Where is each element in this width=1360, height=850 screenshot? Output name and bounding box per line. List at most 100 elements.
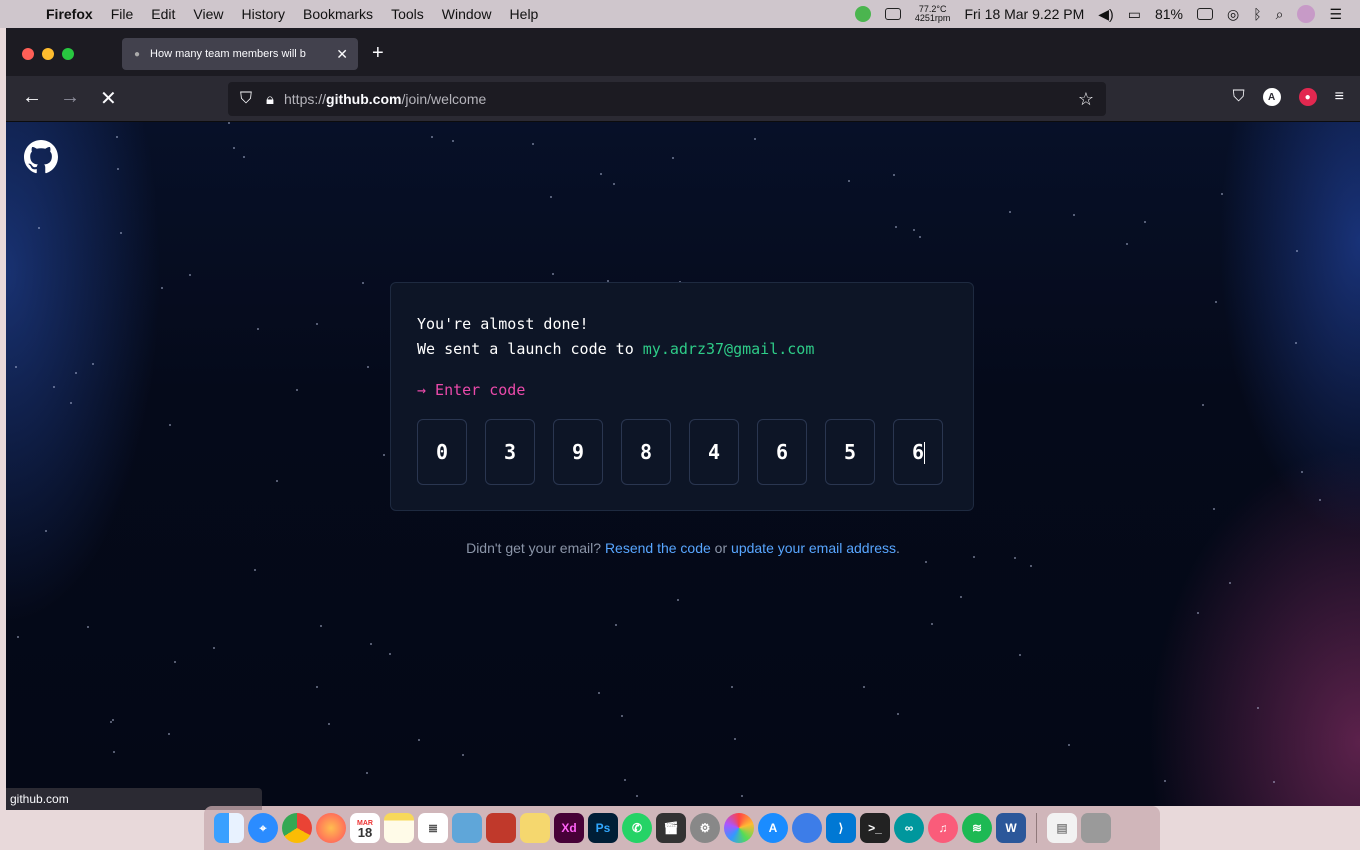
code-digit-input-4[interactable]: 8	[621, 419, 671, 485]
volume-icon[interactable]: ◀︎)	[1098, 6, 1113, 23]
reminders-icon[interactable]: ≣	[418, 813, 448, 843]
address-bar[interactable]: ⛉ 🔒︎ https://github.com/join/welcome ☆	[228, 82, 1106, 116]
menu-history[interactable]: History	[241, 6, 285, 22]
menu-edit[interactable]: Edit	[151, 6, 175, 22]
word-icon[interactable]: W	[996, 813, 1026, 843]
pocket-icon[interactable]: ⛉	[1233, 88, 1245, 106]
close-window-button[interactable]	[22, 48, 34, 60]
background-star	[913, 229, 915, 231]
update-email-link[interactable]: update your email address	[731, 540, 896, 556]
background-star	[1068, 744, 1070, 746]
stop-loading-button[interactable]: ✕	[100, 86, 117, 111]
background-star	[1144, 221, 1146, 223]
menu-window[interactable]: Window	[442, 6, 492, 22]
spotify-icon[interactable]: ≋	[962, 813, 992, 843]
clock[interactable]: Fri 18 Mar 9.22 PM	[964, 6, 1084, 22]
background-star	[1164, 780, 1166, 782]
forward-button[interactable]: →	[60, 86, 80, 109]
macos-menubar: Firefox File Edit View History Bookmarks…	[0, 0, 1360, 28]
back-button[interactable]: ←	[22, 86, 42, 109]
background-star	[116, 136, 118, 138]
arduino-icon[interactable]: ∞	[894, 813, 924, 843]
finder-icon[interactable]	[214, 813, 244, 843]
code-digit-input-7[interactable]: 5	[825, 419, 875, 485]
background-star	[452, 140, 454, 142]
background-star	[741, 795, 743, 797]
appstore-icon[interactable]: A	[758, 813, 788, 843]
background-star	[418, 739, 420, 741]
app-menu-icon[interactable]: ≡	[1335, 88, 1344, 106]
code-digit-input-1[interactable]: 0	[417, 419, 467, 485]
background-star	[1229, 582, 1231, 584]
menu-bookmarks[interactable]: Bookmarks	[303, 6, 373, 22]
background-star	[213, 647, 215, 649]
document-icon[interactable]: ▤	[1047, 813, 1077, 843]
photobooth-icon[interactable]	[486, 813, 516, 843]
minimize-window-button[interactable]	[42, 48, 54, 60]
calendar-icon[interactable]: MAR 18	[350, 813, 380, 843]
account-avatar-icon[interactable]: A	[1262, 88, 1281, 106]
menu-help[interactable]: Help	[510, 6, 539, 22]
menu-app-firefox[interactable]: Firefox	[46, 6, 93, 22]
battery-icon[interactable]	[1196, 8, 1213, 20]
bookmark-star-icon[interactable]: ☆	[1078, 89, 1094, 110]
battery-percent[interactable]: 81%	[1155, 6, 1183, 22]
terminal-icon[interactable]: >_	[860, 813, 890, 843]
url-text[interactable]: https://github.com/join/welcome	[284, 91, 486, 107]
background-star	[848, 180, 850, 182]
help-prefix: Didn't get your email?	[466, 540, 605, 556]
memory-icon[interactable]	[884, 8, 901, 20]
airplay-icon[interactable]: ◎	[1227, 6, 1239, 23]
xd-icon[interactable]: Xd	[554, 813, 584, 843]
close-tab-icon[interactable]: ✕	[336, 46, 348, 63]
menu-tools[interactable]: Tools	[391, 6, 424, 22]
github-logo-icon[interactable]	[24, 140, 58, 179]
menu-view[interactable]: View	[193, 6, 223, 22]
status-app-icon[interactable]	[854, 6, 871, 22]
background-star	[1019, 654, 1021, 656]
edge-icon[interactable]	[792, 813, 822, 843]
siri-icon[interactable]	[1297, 5, 1316, 23]
code-digit-input-5[interactable]: 4	[689, 419, 739, 485]
background-star	[112, 719, 114, 721]
vscode-icon[interactable]: ⟩	[826, 813, 856, 843]
firefox-icon[interactable]	[316, 813, 346, 843]
browser-tab-active[interactable]: ● How many team members will b ✕	[122, 38, 358, 70]
spotlight-search-icon[interactable]: ⌕	[1276, 6, 1284, 23]
background-star	[532, 143, 534, 145]
photos-icon[interactable]	[724, 813, 754, 843]
zoom-window-button[interactable]	[62, 48, 74, 60]
photoshop-icon[interactable]: Ps	[588, 813, 618, 843]
sent-code-prefix: We sent a launch code to	[417, 340, 643, 358]
menu-file[interactable]: File	[111, 6, 134, 22]
background-star	[328, 723, 330, 725]
temperature-readout[interactable]: 77.2°C 4251rpm	[915, 5, 951, 23]
new-tab-button[interactable]: +	[372, 42, 384, 65]
code-digit-input-3[interactable]: 9	[553, 419, 603, 485]
extension-icon[interactable]: ●	[1298, 88, 1317, 106]
chrome-icon[interactable]	[282, 813, 312, 843]
notes-icon[interactable]	[384, 813, 414, 843]
music-icon[interactable]: ♫	[928, 813, 958, 843]
code-digit-input-2[interactable]: 3	[485, 419, 535, 485]
control-center-icon[interactable]: ☰	[1329, 6, 1342, 23]
code-digit-input-8[interactable]: 6	[893, 419, 943, 485]
trash-icon[interactable]	[1081, 813, 1111, 843]
tracking-protection-icon[interactable]: ⛉	[240, 90, 252, 108]
preview-icon[interactable]	[452, 813, 482, 843]
whatsapp-icon[interactable]: ✆	[622, 813, 652, 843]
display-icon[interactable]: ▭	[1128, 6, 1141, 23]
background-star	[257, 328, 259, 330]
lock-icon[interactable]: 🔒︎	[266, 91, 274, 108]
background-star	[731, 686, 733, 688]
stickies-icon[interactable]	[520, 813, 550, 843]
system-preferences-icon[interactable]: ⚙	[690, 813, 720, 843]
background-star	[615, 624, 617, 626]
safari-icon[interactable]: ⌖	[248, 813, 278, 843]
finalcut-icon[interactable]: 🎬︎	[656, 813, 686, 843]
background-star	[931, 623, 933, 625]
resend-code-link[interactable]: Resend the code	[605, 540, 711, 556]
background-star	[598, 692, 600, 694]
code-digit-input-6[interactable]: 6	[757, 419, 807, 485]
bluetooth-icon[interactable]: ᛒ	[1253, 6, 1261, 22]
